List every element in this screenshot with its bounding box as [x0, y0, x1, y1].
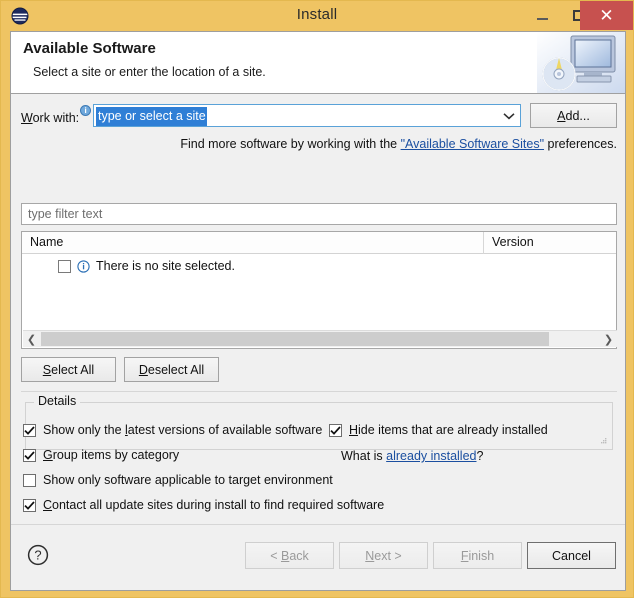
deselect-all-button[interactable]: Deselect All — [124, 357, 219, 382]
work-with-combobox[interactable]: type or select a site — [93, 104, 521, 127]
chevron-down-icon[interactable] — [500, 107, 518, 125]
what-is-already-installed: What is already installed? — [341, 449, 483, 463]
opt-group-text-b: roup items by category — [53, 448, 179, 462]
resize-grip-icon[interactable] — [597, 435, 609, 447]
checkbox-show-latest-versions[interactable]: Show only the latest versions of availab… — [23, 423, 322, 437]
work-with-label-rest: ork with: — [33, 111, 80, 125]
install-monitor-disc-icon — [537, 32, 625, 93]
checkbox-box[interactable] — [23, 474, 36, 487]
deselect-all-label-rest: eselect All — [148, 363, 204, 377]
page-title: Available Software — [23, 40, 156, 57]
page-subtitle: Select a site or enter the location of a… — [33, 65, 266, 79]
opt-hide-mnemonic: H — [349, 423, 358, 437]
wizard-header: Available Software Select a site or ente… — [11, 32, 625, 94]
checkbox-label: Show only software applicable to target … — [43, 473, 333, 487]
checkbox-box[interactable] — [23, 424, 36, 437]
scroll-right-arrow-icon[interactable]: ❯ — [600, 331, 617, 347]
select-all-button[interactable]: Select All — [21, 357, 116, 382]
what-is-after: ? — [477, 449, 484, 463]
next-button[interactable]: Next > — [339, 542, 428, 569]
opt-contact-text-b: ontact all update sites during install t… — [52, 498, 384, 512]
filter-placeholder: type filter text — [28, 207, 102, 221]
finish-label-b: inish — [468, 549, 494, 563]
checkbox-target-environment[interactable]: Show only software applicable to target … — [23, 473, 333, 487]
row-name-cell: There is no site selected. — [96, 259, 235, 273]
scroll-left-arrow-icon[interactable]: ❮ — [23, 331, 40, 347]
work-with-input[interactable]: type or select a site — [96, 107, 207, 126]
check-icon — [24, 501, 35, 510]
deselect-all-mnemonic: D — [139, 363, 148, 377]
check-icon — [24, 451, 35, 460]
dialog-client-area: Available Software Select a site or ente… — [10, 31, 626, 591]
hint-text-after: preferences. — [544, 137, 617, 151]
opt-hide-text-b: ide items that are already installed — [358, 423, 548, 437]
select-all-mnemonic: S — [43, 363, 51, 377]
horizontal-scrollbar[interactable]: ❮ ❯ — [23, 330, 617, 347]
already-installed-link[interactable]: already installed — [386, 449, 476, 463]
checkbox-group-by-category[interactable]: Group items by category — [23, 448, 179, 462]
finish-button[interactable]: Finish — [433, 542, 522, 569]
available-software-sites-link[interactable]: "Available Software Sites" — [401, 137, 544, 151]
table-row[interactable]: There is no site selected. — [22, 255, 616, 277]
details-legend: Details — [34, 394, 80, 408]
checkbox-contact-update-sites[interactable]: Contact all update sites during install … — [23, 498, 384, 512]
back-label-b: ack — [289, 549, 308, 563]
checkbox-label: Contact all update sites during install … — [43, 498, 384, 512]
back-button[interactable]: < Back — [245, 542, 334, 569]
title-bar[interactable]: Install ✕ — [1, 1, 633, 31]
checkbox-box[interactable] — [23, 499, 36, 512]
minimize-icon — [537, 18, 548, 20]
info-icon — [77, 260, 90, 273]
table-header-row: Name Version — [22, 232, 616, 254]
select-all-label-rest: elect All — [51, 363, 94, 377]
checkbox-label: Hide items that are already installed — [349, 423, 548, 437]
column-header-name[interactable]: Name — [30, 232, 63, 253]
minimize-button[interactable] — [527, 1, 557, 30]
add-button-label-rest: dd... — [566, 109, 590, 123]
what-is-before: What is — [341, 449, 386, 463]
opt-contact-mnemonic: C — [43, 498, 52, 512]
cancel-button[interactable]: Cancel — [527, 542, 616, 569]
check-icon — [24, 426, 35, 435]
checkbox-label: Show only the latest versions of availab… — [43, 423, 322, 437]
add-site-button[interactable]: Add... — [530, 103, 617, 128]
help-question-icon[interactable]: ? — [27, 544, 49, 566]
cancel-label: Cancel — [552, 549, 591, 563]
info-icon[interactable] — [80, 103, 91, 114]
back-label-a: < — [270, 549, 281, 563]
dialog-footer: ? < Back Next > Finish Cancel — [11, 524, 625, 590]
scrollbar-thumb[interactable] — [41, 332, 549, 346]
work-with-label: Work with: — [21, 111, 79, 125]
check-icon — [330, 426, 341, 435]
work-with-mnemonic: W — [21, 111, 33, 125]
opt-group-mnemonic: G — [43, 448, 53, 462]
checkbox-hide-installed-items[interactable]: Hide items that are already installed — [329, 423, 548, 437]
next-label-b: ext > — [374, 549, 401, 563]
section-divider — [21, 391, 617, 392]
checkbox-box[interactable] — [23, 449, 36, 462]
row-checkbox[interactable] — [58, 260, 71, 273]
close-icon: ✕ — [599, 7, 613, 24]
dialog-body: Work with: type or select a site Add... — [11, 95, 625, 561]
checkbox-box[interactable] — [329, 424, 342, 437]
close-button[interactable]: ✕ — [580, 1, 633, 30]
filter-input[interactable]: type filter text — [21, 203, 617, 225]
opt-latest-text-a: Show only the — [43, 423, 125, 437]
hint-text-before: Find more software by working with the — [180, 137, 400, 151]
svg-text:?: ? — [34, 548, 41, 563]
install-dialog-window: Install ✕ Available Software Select a si… — [0, 0, 634, 598]
opt-latest-text-b: atest versions of available software — [128, 423, 323, 437]
available-software-table[interactable]: Name Version There is no site selected. — [21, 231, 617, 349]
checkbox-label: Group items by category — [43, 448, 179, 462]
next-mnemonic: N — [365, 549, 374, 563]
available-software-sites-hint: Find more software by working with the "… — [11, 137, 617, 151]
column-header-version[interactable]: Version — [483, 232, 534, 254]
add-button-mnemonic: A — [557, 109, 565, 123]
